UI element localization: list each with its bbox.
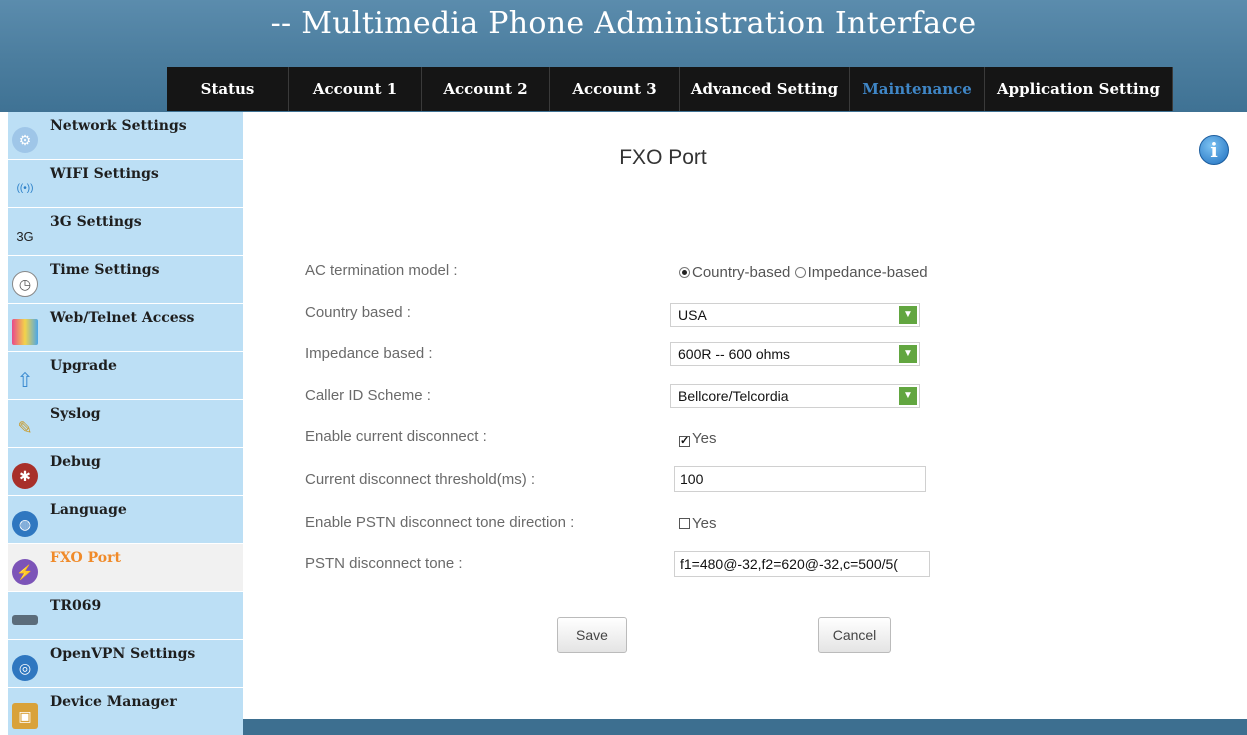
pstn-tone-label: PSTN disconnect tone : xyxy=(305,555,463,572)
info-icon[interactable]: i xyxy=(1199,135,1229,165)
header: -- Multimedia Phone Administration Inter… xyxy=(0,0,1247,112)
checkbox-unchecked-icon xyxy=(679,518,690,529)
tr069-device-icon xyxy=(12,615,38,625)
tab-account-1[interactable]: Account 1 xyxy=(289,67,422,111)
checkbox-checked-icon: ✓ xyxy=(679,435,690,447)
tab-status[interactable]: Status xyxy=(167,67,289,111)
sidebar-item-label: Upgrade xyxy=(50,358,117,374)
pstn-tone-direction-checkbox[interactable]: Yes xyxy=(679,515,716,532)
current-disconnect-label: Enable current disconnect : xyxy=(305,428,487,445)
country-based-select[interactable]: USA ▼ xyxy=(670,303,920,327)
sidebar-item-language[interactable]: ◍ Language xyxy=(8,496,243,544)
tab-account-3[interactable]: Account 3 xyxy=(550,67,680,111)
sidebar-item-label: Syslog xyxy=(50,406,101,422)
sidebar-item-fxo-port[interactable]: ⚡ FXO Port xyxy=(8,544,243,592)
network-settings-icon: ⚙ xyxy=(12,127,38,153)
caller-id-label: Caller ID Scheme : xyxy=(305,387,431,404)
threshold-label: Current disconnect threshold(ms) : xyxy=(305,471,536,488)
sidebar-item-label: OpenVPN Settings xyxy=(50,646,196,662)
current-disconnect-checkbox[interactable]: ✓ Yes xyxy=(679,430,716,447)
top-nav: Status Account 1 Account 2 Account 3 Adv… xyxy=(167,67,1173,111)
tab-application-setting[interactable]: Application Setting xyxy=(985,67,1173,111)
country-based-radio[interactable]: Country-based xyxy=(679,264,790,281)
device-manager-icon: ▣ xyxy=(12,703,38,729)
clock-icon: ◷ xyxy=(12,271,38,297)
ac-termination-radio-group: Country-based Impedance-based xyxy=(679,264,928,281)
web-telnet-icon xyxy=(12,319,38,345)
chevron-down-icon: ▼ xyxy=(899,345,917,363)
sidebar-item-label: TR069 xyxy=(50,598,102,614)
radio-unselected-icon xyxy=(794,267,806,278)
country-based-value: USA xyxy=(678,307,707,323)
radio-selected-icon xyxy=(679,267,690,278)
tab-advanced-setting[interactable]: Advanced Setting xyxy=(680,67,850,111)
caller-id-select[interactable]: Bellcore/Telcordia ▼ xyxy=(670,384,920,408)
caller-id-value: Bellcore/Telcordia xyxy=(678,388,789,404)
pstn-tone-input[interactable]: f1=480@-32,f2=620@-32,c=500/5( xyxy=(674,551,930,577)
impedance-based-option-label: Impedance-based xyxy=(807,264,928,281)
sidebar-item-label: Device Manager xyxy=(50,694,177,710)
sidebar-item-tr069[interactable]: TR069 xyxy=(8,592,243,640)
3g-icon: 3G xyxy=(16,228,34,244)
save-button[interactable]: Save xyxy=(557,617,627,653)
tab-account-2[interactable]: Account 2 xyxy=(422,67,550,111)
fxo-port-icon: ⚡ xyxy=(12,559,38,585)
sidebar-item-label: FXO Port xyxy=(50,550,121,566)
upgrade-arrow-icon: ⇧ xyxy=(16,369,34,392)
sidebar-item-label: Time Settings xyxy=(50,262,160,278)
sidebar-item-wifi-settings[interactable]: ((•)) WIFI Settings xyxy=(8,160,243,208)
sidebar-item-upgrade[interactable]: ⇧ Upgrade xyxy=(8,352,243,400)
country-based-label: Country based : xyxy=(305,304,411,321)
threshold-input[interactable]: 100 xyxy=(674,466,926,492)
syslog-notepad-icon: ✎ xyxy=(17,417,33,438)
pstn-tone-direction-option-label: Yes xyxy=(692,515,717,532)
page-title: FXO Port xyxy=(619,146,707,169)
chevron-down-icon: ▼ xyxy=(899,306,917,324)
sidebar-item-syslog[interactable]: ✎ Syslog xyxy=(8,400,243,448)
globe-icon: ◍ xyxy=(12,511,38,537)
ac-termination-label: AC termination model : xyxy=(305,262,458,279)
impedance-based-label: Impedance based : xyxy=(305,345,433,362)
impedance-based-value: 600R -- 600 ohms xyxy=(678,346,791,362)
country-based-option-label: Country-based xyxy=(692,264,791,281)
wifi-icon: ((•)) xyxy=(16,182,34,194)
sidebar-item-label: Network Settings xyxy=(50,118,187,134)
sidebar-item-network-settings[interactable]: ⚙ Network Settings xyxy=(8,112,243,160)
openvpn-globe-icon: ◎ xyxy=(12,655,38,681)
sidebar-item-label: Debug xyxy=(50,454,101,470)
app-title: -- Multimedia Phone Administration Inter… xyxy=(270,6,977,41)
sidebar-item-label: Web/Telnet Access xyxy=(50,310,195,326)
impedance-based-select[interactable]: 600R -- 600 ohms ▼ xyxy=(670,342,920,366)
sidebar-item-label: Language xyxy=(50,502,127,518)
sidebar-item-debug[interactable]: ✱ Debug xyxy=(8,448,243,496)
sidebar-item-label: 3G Settings xyxy=(50,214,142,230)
sidebar-item-web-telnet-access[interactable]: Web/Telnet Access xyxy=(8,304,243,352)
cancel-button[interactable]: Cancel xyxy=(818,617,891,653)
pstn-tone-direction-label: Enable PSTN disconnect tone direction : xyxy=(305,514,575,531)
sidebar-item-openvpn-settings[interactable]: ◎ OpenVPN Settings xyxy=(8,640,243,688)
footer-bar xyxy=(243,719,1247,735)
sidebar-item-time-settings[interactable]: ◷ Time Settings xyxy=(8,256,243,304)
current-disconnect-option-label: Yes xyxy=(692,430,717,447)
tab-maintenance[interactable]: Maintenance xyxy=(850,67,985,111)
sidebar-item-label: WIFI Settings xyxy=(50,166,159,182)
chevron-down-icon: ▼ xyxy=(899,387,917,405)
sidebar: ⚙ Network Settings ((•)) WIFI Settings 3… xyxy=(8,112,243,735)
sidebar-item-3g-settings[interactable]: 3G 3G Settings xyxy=(8,208,243,256)
bug-icon: ✱ xyxy=(12,463,38,489)
sidebar-item-device-manager[interactable]: ▣ Device Manager xyxy=(8,688,243,735)
impedance-based-radio[interactable]: Impedance-based xyxy=(794,264,928,281)
